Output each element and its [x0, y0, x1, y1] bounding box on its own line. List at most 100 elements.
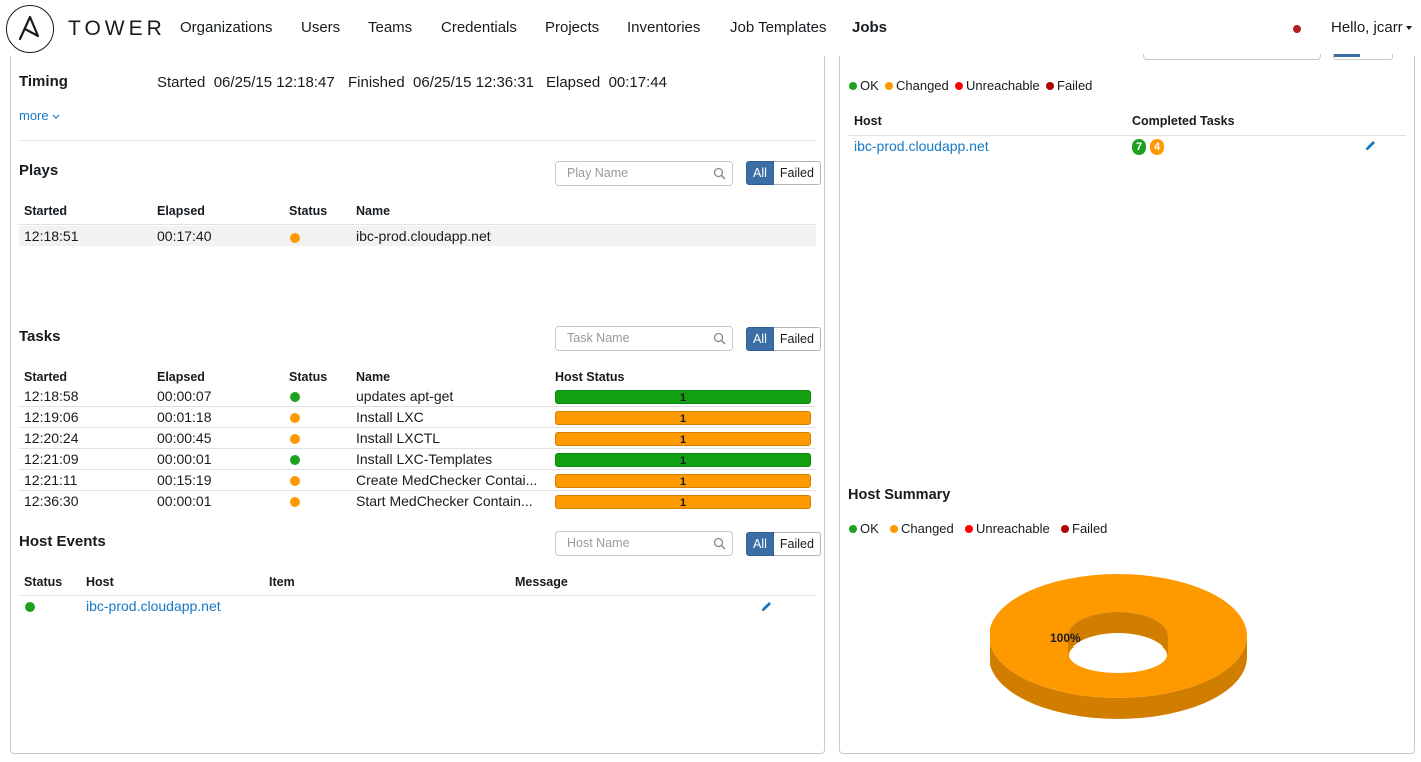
col-name[interactable]: Name [356, 204, 390, 218]
legend-ok-icon [849, 525, 857, 533]
timing-elapsed: Elapsed 00:17:44 [546, 74, 667, 91]
status-changed-icon [290, 476, 300, 486]
host-events-filter-group: All Failed [746, 532, 821, 556]
col-completed-tasks[interactable]: Completed Tasks [1132, 114, 1235, 128]
col-name[interactable]: Name [356, 370, 390, 384]
status-ok-icon [25, 602, 35, 612]
tasks-filter-all[interactable]: All [746, 327, 774, 351]
host-search-cutoff[interactable] [1143, 54, 1321, 60]
slice-changed[interactable] [990, 574, 1247, 698]
started-value: 06/25/15 12:18:47 [213, 74, 335, 91]
host-link[interactable]: ibc-prod.cloudapp.net [854, 138, 989, 154]
host-status-bar[interactable]: 1 [555, 453, 811, 467]
legend-failed: Failed [1072, 521, 1108, 536]
nav-projects[interactable]: Projects [545, 19, 599, 36]
search-icon[interactable] [713, 332, 726, 345]
nav-job-templates[interactable]: Job Templates [730, 19, 826, 36]
nav-jobs[interactable]: Jobs [852, 19, 887, 36]
col-status[interactable]: Status [24, 575, 62, 589]
divider [19, 140, 816, 141]
host-summary-title: Host Summary [848, 487, 951, 503]
filter-group-cutoff[interactable] [1333, 54, 1393, 60]
task-started: 12:20:24 [24, 430, 79, 446]
more-link[interactable]: more [19, 108, 60, 123]
edit-pencil-icon[interactable] [1364, 139, 1377, 152]
status-changed-icon [290, 233, 300, 243]
nav-inventories[interactable]: Inventories [627, 19, 700, 36]
search-icon[interactable] [713, 167, 726, 180]
col-elapsed[interactable]: Elapsed [157, 370, 205, 384]
col-item[interactable]: Item [269, 575, 295, 589]
status-changed-icon [290, 497, 300, 507]
plays-filter-all[interactable]: All [746, 161, 774, 185]
plays-filter-failed[interactable]: Failed [773, 161, 821, 185]
status-ok-icon [290, 455, 300, 465]
divider [19, 224, 816, 225]
col-host[interactable]: Host [86, 575, 114, 589]
host-events-filter-failed[interactable]: Failed [773, 532, 821, 556]
timing-started: Started 06/25/15 12:18:47 [157, 74, 335, 91]
divider [19, 595, 816, 596]
task-elapsed: 00:01:18 [157, 409, 212, 425]
host-events-filter-all[interactable]: All [746, 532, 774, 556]
edit-pencil-icon[interactable] [760, 600, 773, 613]
elapsed-label: Elapsed [546, 74, 601, 91]
tasks-filter-group: All Failed [746, 327, 821, 351]
col-host-status[interactable]: Host Status [555, 370, 624, 384]
host-status-bar[interactable]: 1 [555, 474, 811, 488]
task-name: Start MedChecker Contain... [356, 493, 533, 509]
legend-failed: Failed [1057, 78, 1093, 93]
task-name: Create MedChecker Contai... [356, 472, 538, 488]
brand-name[interactable]: TOWER [68, 17, 166, 41]
col-started[interactable]: Started [24, 204, 67, 218]
divider [848, 135, 1406, 136]
host-status-bar[interactable]: 1 [555, 411, 811, 425]
nav-teams[interactable]: Teams [368, 19, 412, 36]
host-search-input[interactable] [567, 536, 707, 550]
search-icon[interactable] [713, 537, 726, 550]
status-changed-icon [290, 434, 300, 444]
nav-credentials[interactable]: Credentials [441, 19, 517, 36]
nav-users[interactable]: Users [301, 19, 340, 36]
chevron-down-icon [52, 114, 60, 119]
plays-title: Plays [19, 162, 59, 179]
host-status-bar[interactable]: 1 [555, 495, 811, 509]
task-name: Install LXCTL [356, 430, 441, 446]
col-host[interactable]: Host [854, 114, 882, 128]
host-status-bar[interactable]: 1 [555, 432, 811, 446]
donut-hole [1069, 637, 1167, 673]
legend-unreachable-icon [955, 82, 963, 90]
host-results-panel: OK Changed Unreachable Failed Host Compl… [839, 54, 1415, 754]
chevron-down-icon[interactable] [1406, 26, 1412, 30]
status-indicator-icon[interactable] [1293, 25, 1301, 33]
task-elapsed: 00:15:19 [157, 472, 212, 488]
started-label: Started [157, 74, 206, 91]
legend-failed-icon [1046, 82, 1054, 90]
ok-count-badge[interactable]: 7 [1132, 139, 1146, 155]
col-status[interactable]: Status [289, 370, 327, 384]
col-message[interactable]: Message [515, 575, 568, 589]
host-event-host-link[interactable]: ibc-prod.cloudapp.net [86, 598, 221, 614]
tasks-filter-failed[interactable]: Failed [773, 327, 821, 351]
more-label: more [19, 108, 49, 123]
nav-organizations[interactable]: Organizations [180, 19, 273, 36]
play-elapsed: 00:17:40 [157, 228, 212, 244]
ansible-logo-icon[interactable] [6, 5, 54, 53]
task-started: 12:36:30 [24, 493, 79, 509]
host-status-bar[interactable]: 1 [555, 390, 811, 404]
col-started[interactable]: Started [24, 370, 67, 384]
divider [19, 448, 816, 449]
play-search-input[interactable] [567, 166, 707, 180]
user-menu[interactable]: Hello, jcarr [1331, 19, 1403, 36]
divider [19, 469, 816, 470]
task-elapsed: 00:00:07 [157, 388, 212, 404]
divider [19, 490, 816, 491]
col-elapsed[interactable]: Elapsed [157, 204, 205, 218]
col-status[interactable]: Status [289, 204, 327, 218]
job-details-panel: Timing Started 06/25/15 12:18:47 Finishe… [10, 56, 825, 754]
task-search-input[interactable] [567, 331, 707, 345]
changed-count-badge[interactable]: 4 [1150, 139, 1164, 155]
host-events-title: Host Events [19, 533, 106, 550]
top-navigation: TOWER Organizations Users Teams Credenti… [0, 0, 1421, 56]
active-filter-edge [1334, 54, 1360, 57]
